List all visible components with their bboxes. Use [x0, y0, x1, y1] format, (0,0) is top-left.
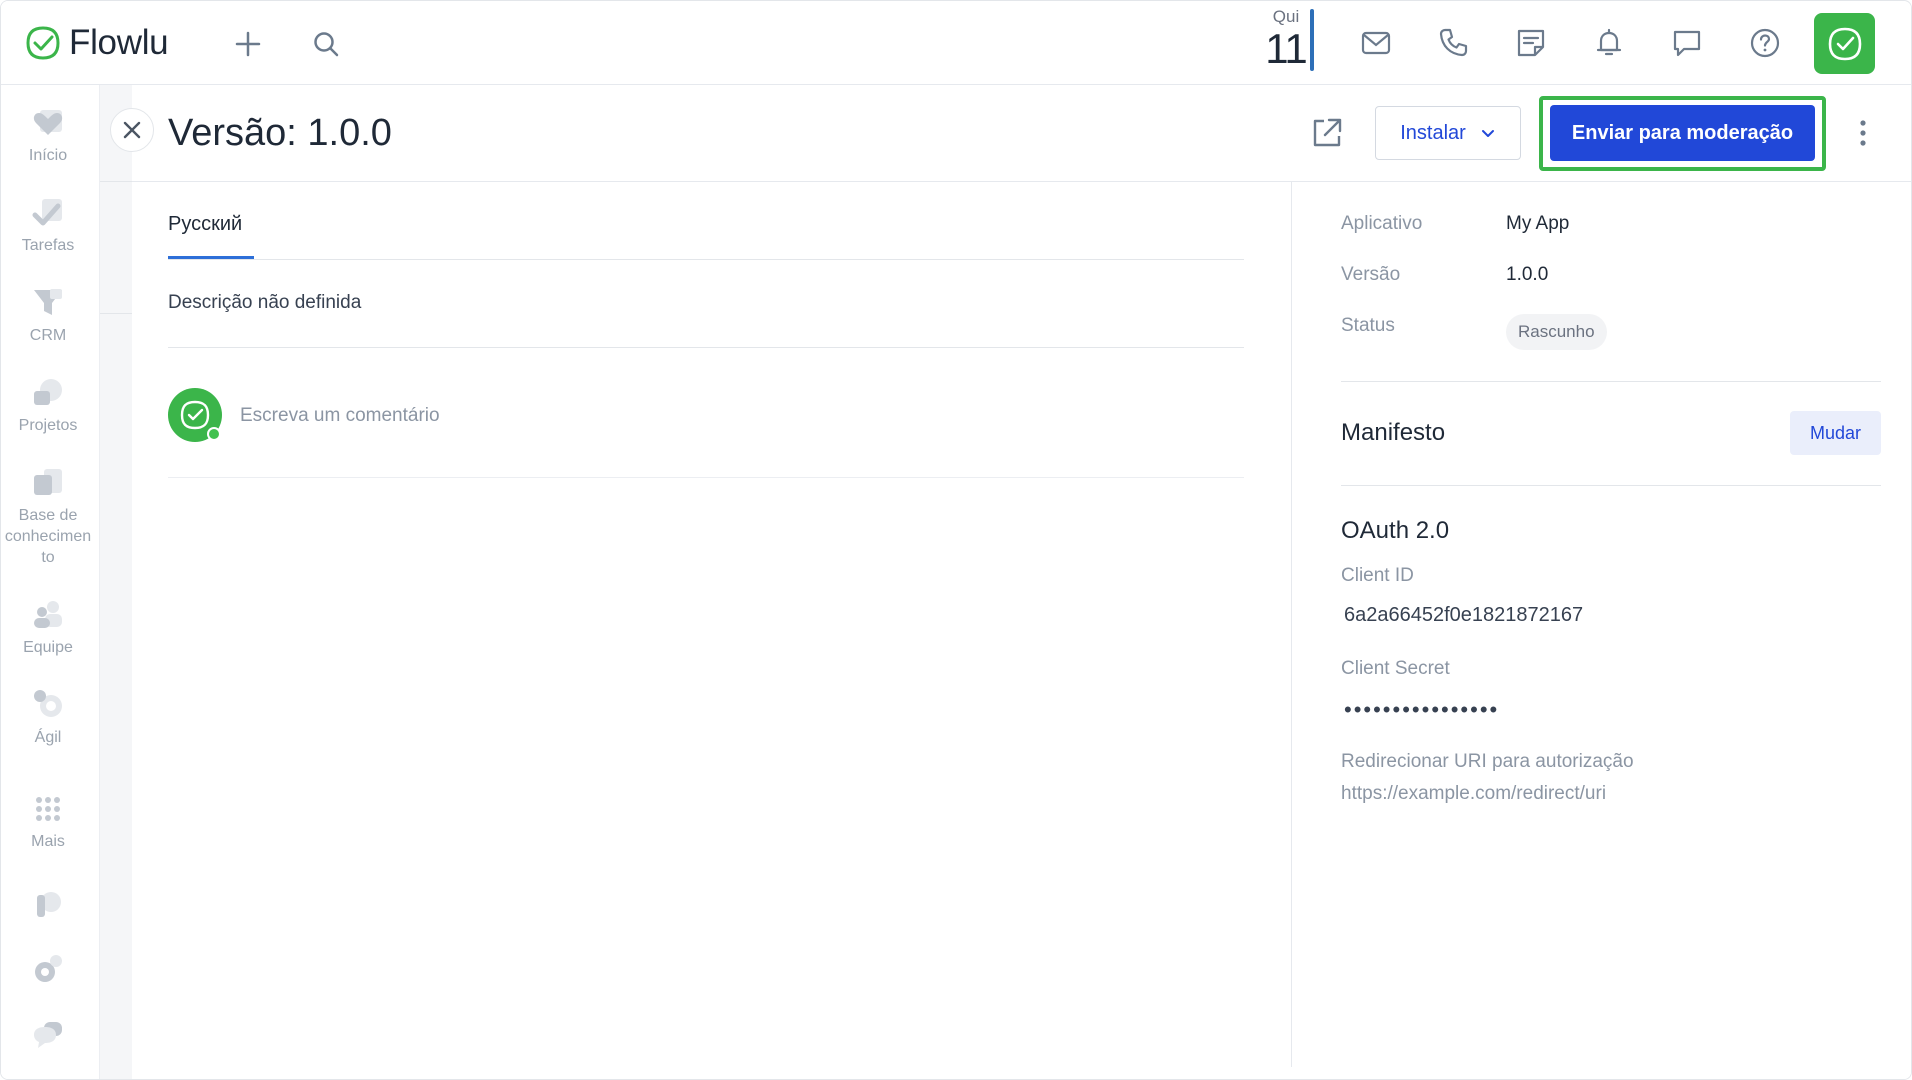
notes-icon	[1517, 29, 1545, 57]
divider	[1341, 381, 1881, 382]
sidebar-item-crm[interactable]: CRM	[1, 285, 95, 346]
sidebar-item-agil[interactable]: Ágil	[1, 687, 95, 748]
add-icon[interactable]	[231, 27, 265, 61]
team-icon	[34, 601, 62, 628]
grid-icon	[36, 797, 60, 821]
knowledge-icon	[34, 469, 62, 495]
install-dropdown-button[interactable]: Instalar	[1375, 106, 1521, 160]
sidebar-item-label: Tarefas	[21, 237, 75, 254]
sidebar-item-equipe[interactable]: Equipe	[1, 597, 95, 658]
chevron-down-icon	[1481, 130, 1494, 137]
date-number: 11	[1265, 25, 1308, 72]
client-secret-value: ••••••••••••••••	[1344, 697, 1500, 722]
status-label: Status	[1341, 315, 1395, 336]
close-icon	[123, 121, 141, 139]
page-title: Versão: 1.0.0	[168, 112, 392, 154]
app-label: Aplicativo	[1341, 213, 1423, 234]
submit-for-moderation-button[interactable]: Enviar para moderação	[1550, 105, 1815, 161]
divider	[100, 181, 132, 182]
divider	[168, 347, 1244, 348]
version-panel	[132, 85, 1911, 1079]
divider	[1341, 485, 1881, 486]
sidebar-item-base-de-conhecimento[interactable]: Base de conhecimen to	[1, 465, 95, 568]
tabs-divider	[168, 259, 1244, 260]
divider	[168, 477, 1244, 478]
divider	[100, 313, 132, 314]
manifest-title: Manifesto	[1341, 419, 1446, 446]
chat-icon	[1673, 30, 1701, 57]
sidebar-item-settings[interactable]	[1, 951, 95, 987]
sidebar-item-label: Base de conhecimen to	[4, 507, 92, 566]
mail-icon	[1361, 31, 1391, 55]
check-shield-icon	[180, 400, 210, 430]
help-icon	[1750, 28, 1780, 58]
user-avatar[interactable]	[1814, 13, 1875, 74]
version-label: Versão	[1341, 264, 1401, 285]
calendar-date[interactable]: Qui 11	[1259, 7, 1313, 73]
chat-button[interactable]	[1667, 23, 1707, 63]
redirect-uri-value: https://example.com/redirect/uri	[1341, 783, 1607, 804]
sidebar-item-support[interactable]	[1, 1017, 95, 1053]
tasks-icon	[32, 199, 62, 226]
close-panel-button[interactable]	[110, 108, 154, 152]
help-button[interactable]	[1745, 23, 1785, 63]
sidebar-item-mais[interactable]: Mais	[1, 791, 95, 852]
sidebar: Início Tarefas CRM Projetos Base de conh…	[1, 85, 100, 1079]
app-name: Flowlu	[69, 23, 169, 62]
bell-icon	[1596, 28, 1622, 56]
sidebar-item-label: CRM	[29, 327, 67, 344]
background-gutter	[100, 85, 132, 1079]
description-text: Descrição não definida	[168, 292, 362, 313]
phone-button[interactable]	[1433, 23, 1473, 63]
funnel-icon	[34, 289, 62, 315]
comment-input[interactable]	[240, 400, 1240, 432]
sidebar-item-marketplace[interactable]	[1, 887, 95, 923]
more-options-icon[interactable]	[1851, 115, 1875, 151]
sidebar-item-label: Projetos	[18, 417, 78, 434]
flowlu-logo[interactable]: Flowlu	[25, 23, 169, 63]
check-shield-icon	[1828, 27, 1861, 60]
client-id-label: Client ID	[1341, 565, 1414, 586]
header-divider	[132, 181, 1911, 182]
oauth-title: OAuth 2.0	[1341, 517, 1450, 544]
status-badge: Rascunho	[1506, 314, 1607, 350]
change-manifest-button[interactable]: Mudar	[1790, 411, 1881, 455]
version-value: 1.0.0	[1506, 264, 1549, 285]
open-external-icon[interactable]	[1309, 115, 1345, 151]
online-status-dot	[207, 427, 221, 441]
sidebar-item-tarefas[interactable]: Tarefas	[1, 195, 95, 256]
top-bar: Flowlu Qui 11	[1, 1, 1911, 85]
notifications-button[interactable]	[1589, 23, 1629, 63]
phone-icon	[1439, 28, 1468, 57]
projects-icon	[34, 379, 62, 405]
sidebar-item-label: Equipe	[23, 639, 73, 656]
column-divider	[1291, 182, 1292, 1067]
agile-icon	[34, 690, 62, 717]
client-secret-label: Client Secret	[1341, 658, 1450, 679]
flowlu-logo-icon	[26, 26, 60, 60]
sidebar-item-label: Ágil	[34, 729, 62, 746]
client-id-value: 6a2a66452f0e1821872167	[1344, 604, 1584, 626]
app-value: My App	[1506, 213, 1570, 234]
marketplace-icon	[37, 892, 61, 917]
sidebar-item-label: Início	[28, 147, 68, 164]
search-icon[interactable]	[309, 27, 343, 61]
sidebar-item-inicio[interactable]: Início	[1, 105, 95, 166]
heart-icon	[33, 110, 63, 135]
tab-russian[interactable]: Русский	[168, 213, 242, 236]
app-window: Flowlu Qui 11 Início Tarefas CRM Projeto…	[0, 0, 1912, 1080]
sidebar-item-label: Mais	[31, 833, 65, 850]
redirect-uri-label: Redirecionar URI para autorização	[1341, 751, 1634, 772]
support-chat-icon	[34, 1022, 62, 1048]
date-divider	[1310, 9, 1314, 71]
install-label: Instalar	[1400, 121, 1466, 144]
sidebar-item-projetos[interactable]: Projetos	[1, 375, 95, 436]
notes-button[interactable]	[1511, 23, 1551, 63]
date-day: Qui	[1272, 7, 1300, 26]
gear-icon	[35, 955, 62, 982]
mail-button[interactable]	[1356, 23, 1396, 63]
